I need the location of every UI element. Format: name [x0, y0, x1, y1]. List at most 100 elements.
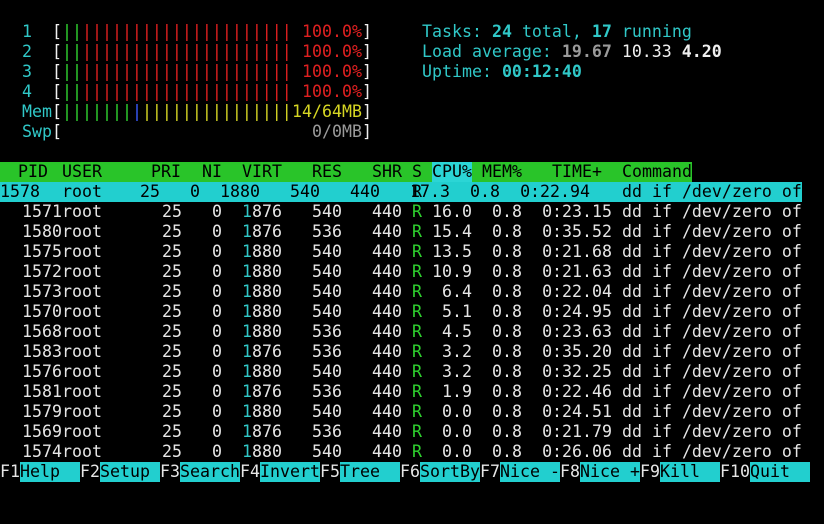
- process-table-header[interactable]: PID USER PRI NI VIRT RES SHR S CPU% MEM%…: [0, 162, 692, 182]
- col-ni[interactable]: NI: [202, 162, 222, 182]
- cell-res: 540: [312, 282, 342, 301]
- fkey-label-quit[interactable]: Quit: [750, 462, 810, 482]
- cell-virt: 1876: [242, 202, 282, 221]
- cell-res: 540: [312, 262, 342, 281]
- col-pri[interactable]: PRI: [151, 162, 181, 182]
- fkey-f6[interactable]: F6: [400, 462, 420, 482]
- col-time[interactable]: TIME+: [552, 162, 602, 182]
- table-row[interactable]: 1580 root 25 0 1876 536 440 R 15.4 0.8 0:35.52 dd i…: [0, 222, 824, 242]
- cell-pid: 1573: [22, 282, 62, 301]
- cell-shr: 440: [372, 282, 402, 301]
- col-pid[interactable]: PID: [18, 162, 48, 182]
- table-row[interactable]: 1568 root 25 0 1880 536 440 R 4.5 0.8 0:23.63 dd if…: [0, 322, 824, 342]
- table-row[interactable]: 1574 root 25 0 1880 540 440 R 0.0 0.8 0:26.06 dd if…: [0, 442, 824, 462]
- table-row[interactable]: 1583 root 25 0 1876 536 440 R 3.2 0.8 0:35.20 dd if…: [0, 342, 824, 362]
- cell-cpu: 5.1: [442, 302, 472, 321]
- cell-pid: 1571: [22, 202, 62, 221]
- col-user[interactable]: USER: [62, 162, 102, 182]
- fkey-label-search[interactable]: Search: [180, 462, 240, 482]
- cell-pri: 25: [162, 202, 182, 221]
- cell-mem: 0.8: [492, 282, 522, 301]
- col-mem[interactable]: MEM%: [482, 162, 522, 182]
- fkey-label-help[interactable]: Help: [20, 462, 80, 482]
- cell-pri: 25: [162, 322, 182, 341]
- cell-user: root: [62, 282, 102, 301]
- col-cpu[interactable]: CPU%: [432, 162, 472, 182]
- table-row[interactable]: 1576 root 25 0 1880 540 440 R 3.2 0.8 0:32.25 dd if…: [0, 362, 824, 382]
- cell-s: R: [412, 302, 422, 321]
- fkey-label-nice[interactable]: Nice -: [500, 462, 560, 482]
- cell-mem: 0.8: [492, 402, 522, 421]
- cell-command: dd if /dev/zero of: [622, 242, 802, 261]
- cell-res: 540: [312, 362, 342, 381]
- fkey-label-nice[interactable]: Nice +: [580, 462, 640, 482]
- cell-cpu: 1.9: [442, 382, 472, 401]
- cell-shr: 440: [372, 442, 402, 461]
- table-row[interactable]: 1569 root 25 0 1876 536 440 R 0.0 0.8 0:21.79 dd if…: [0, 422, 824, 442]
- fkey-f10[interactable]: F10: [720, 462, 750, 482]
- cell-mem: 0.8: [492, 322, 522, 341]
- cell-mem: 0.8: [492, 362, 522, 381]
- cpu-id: 2: [22, 42, 32, 61]
- col-shr[interactable]: SHR: [372, 162, 402, 182]
- cell-command: dd if /dev/zero of: [622, 302, 802, 321]
- col-virt[interactable]: VIRT: [242, 162, 282, 182]
- cell-res: 540: [312, 402, 342, 421]
- cell-ni: 0: [212, 202, 222, 221]
- cell-cpu: 15.4: [432, 222, 472, 241]
- cell-command: dd if /dev/zero of: [622, 222, 802, 241]
- col-command[interactable]: Command: [622, 162, 692, 182]
- cell-cpu: 13.5: [432, 242, 472, 261]
- cell-command: dd if /dev/zero of: [622, 262, 802, 281]
- table-row[interactable]: 1572 root 25 0 1880 540 440 R 10.9 0.8 0:21.63 dd i…: [0, 262, 824, 282]
- cell-mem: 0.8: [492, 342, 522, 361]
- cell-user: root: [62, 382, 102, 401]
- fkey-f4[interactable]: F4: [240, 462, 260, 482]
- fkey-f5[interactable]: F5: [320, 462, 340, 482]
- cell-virt: 1880: [242, 262, 282, 281]
- cell-res: 540: [290, 182, 320, 201]
- cell-ni: 0: [212, 362, 222, 381]
- cell-pid: 1575: [22, 242, 62, 261]
- cell-time: 0:24.95: [542, 302, 612, 321]
- fkey-f7[interactable]: F7: [480, 462, 500, 482]
- cpu-percent: 100.0%: [302, 22, 362, 41]
- cell-cpu: 16.0: [432, 202, 472, 221]
- col-res[interactable]: RES: [312, 162, 342, 182]
- cell-time: 0:22.94: [520, 182, 590, 201]
- fkey-label-tree[interactable]: Tree: [340, 462, 400, 482]
- cell-res: 540: [312, 442, 342, 461]
- cell-pri: 25: [162, 262, 182, 281]
- table-row[interactable]: 1578 root 25 0 1880 540 440 R 17.3 0.8 0:22.94 dd i…: [0, 182, 802, 202]
- cell-user: root: [62, 442, 102, 461]
- fkey-label-sortby[interactable]: SortBy: [420, 462, 480, 482]
- cell-virt: 1880: [242, 242, 282, 261]
- cell-pri: 25: [162, 362, 182, 381]
- table-row[interactable]: 1581 root 25 0 1876 536 440 R 1.9 0.8 0:22.46 dd if…: [0, 382, 824, 402]
- cell-res: 540: [312, 242, 342, 261]
- fkey-f1[interactable]: F1: [0, 462, 20, 482]
- cell-time: 0:21.79: [542, 422, 612, 441]
- fkey-label-invert[interactable]: Invert: [260, 462, 320, 482]
- fkey-f3[interactable]: F3: [160, 462, 180, 482]
- table-row[interactable]: 1570 root 25 0 1880 540 440 R 5.1 0.8 0:24.95 dd if…: [0, 302, 824, 322]
- table-row[interactable]: 1571 root 25 0 1876 540 440 R 16.0 0.8 0:23.15 dd i…: [0, 202, 824, 222]
- table-row[interactable]: 1575 root 25 0 1880 540 440 R 13.5 0.8 0:21.68 dd i…: [0, 242, 824, 262]
- table-row[interactable]: 1579 root 25 0 1880 540 440 R 0.0 0.8 0:24.51 dd if…: [0, 402, 824, 422]
- fkey-label-setup[interactable]: Setup: [100, 462, 160, 482]
- cell-ni: 0: [212, 242, 222, 261]
- cell-shr: 440: [372, 302, 402, 321]
- table-row[interactable]: 1573 root 25 0 1880 540 440 R 6.4 0.8 0:22.04 dd if…: [0, 282, 824, 302]
- cell-res: 536: [312, 382, 342, 401]
- fkey-f2[interactable]: F2: [80, 462, 100, 482]
- fkey-f8[interactable]: F8: [560, 462, 580, 482]
- fkey-f9[interactable]: F9: [640, 462, 660, 482]
- cell-virt: 1880: [242, 402, 282, 421]
- cell-s: R: [412, 282, 422, 301]
- cell-virt: 1880: [242, 362, 282, 381]
- cell-pri: 25: [162, 442, 182, 461]
- fkey-label-kill[interactable]: Kill: [660, 462, 720, 482]
- cell-pid: 1583: [22, 342, 62, 361]
- col-s[interactable]: S: [412, 162, 422, 182]
- cell-command: dd if /dev/zero of: [622, 322, 802, 341]
